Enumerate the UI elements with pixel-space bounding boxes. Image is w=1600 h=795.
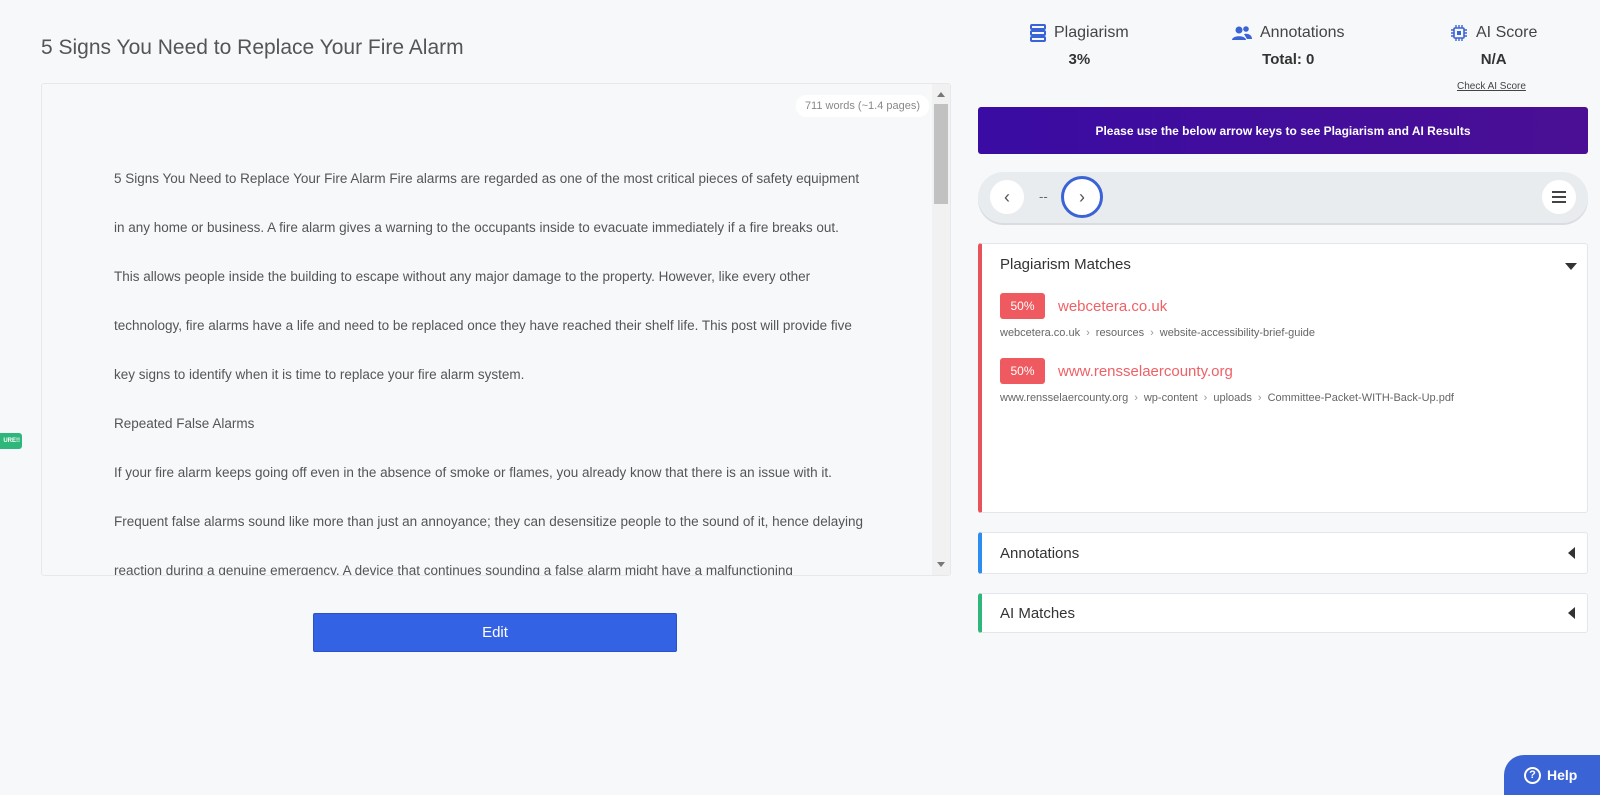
plagiarism-label: Plagiarism bbox=[1054, 24, 1129, 41]
plagiarism-matches-title[interactable]: Plagiarism Matches bbox=[1000, 256, 1131, 273]
caret-left-icon[interactable] bbox=[1568, 607, 1575, 619]
side-feedback-tab[interactable]: URE!! bbox=[0, 433, 22, 449]
plagiarism-value: 3% bbox=[1068, 51, 1091, 68]
annotations-value: Total: 0 bbox=[1262, 51, 1315, 68]
crumb: website-accessibility-brief-guide bbox=[1159, 327, 1316, 339]
scroll-up-arrow-icon[interactable] bbox=[937, 92, 945, 97]
edit-button[interactable]: Edit bbox=[313, 613, 677, 652]
document-body[interactable]: 5 Signs You Need to Replace Your Fire Al… bbox=[114, 154, 864, 576]
results-navigator: ‹ -- › bbox=[978, 172, 1588, 223]
crumb: Committee-Packet-WITH-Back-Up.pdf bbox=[1267, 392, 1454, 404]
database-icon bbox=[1030, 24, 1046, 42]
match-breadcrumb: webcetera.co.uk › resources › website-acce… bbox=[1000, 327, 1316, 339]
scroll-down-arrow-icon[interactable] bbox=[937, 562, 945, 567]
users-icon bbox=[1232, 25, 1252, 41]
chevron-left-icon: ‹ bbox=[1004, 186, 1010, 207]
next-button[interactable]: › bbox=[1061, 176, 1103, 218]
annotations-metric: Annotations Total: 0 bbox=[1232, 24, 1345, 68]
check-ai-score-link[interactable]: Check AI Score bbox=[1457, 81, 1526, 92]
chevron-right-icon: › bbox=[1079, 186, 1085, 207]
match-item: 50% www.rensselaercounty.org www.renssel… bbox=[1000, 358, 1454, 404]
paragraph-heading: Repeated False Alarms bbox=[114, 416, 255, 431]
ai-score-value: N/A bbox=[1480, 51, 1507, 68]
ai-matches-panel[interactable]: AI Matches bbox=[978, 593, 1588, 633]
help-label: Help bbox=[1547, 767, 1578, 783]
caret-down-icon[interactable] bbox=[1565, 263, 1577, 270]
caret-left-icon[interactable] bbox=[1568, 547, 1575, 559]
crumb: uploads bbox=[1213, 392, 1252, 404]
question-icon: ? bbox=[1524, 766, 1541, 784]
menu-button[interactable] bbox=[1542, 180, 1576, 214]
match-site-link[interactable]: www.rensselaercounty.org bbox=[1058, 363, 1233, 380]
paragraph: 5 Signs You Need to Replace Your Fire Al… bbox=[114, 171, 860, 382]
crumb: www.rensselaercounty.org bbox=[1000, 392, 1129, 404]
ai-score-label: AI Score bbox=[1476, 24, 1538, 41]
annotations-panel-title[interactable]: Annotations bbox=[1000, 545, 1079, 562]
help-button[interactable]: ? Help bbox=[1504, 755, 1600, 795]
match-item: 50% webcetera.co.uk webcetera.co.uk › res… bbox=[1000, 293, 1315, 339]
word-count-badge: 711 words (~1.4 pages) bbox=[795, 95, 929, 117]
crumb: wp-content bbox=[1143, 392, 1198, 404]
document-title: 5 Signs You Need to Replace Your Fire Al… bbox=[41, 36, 464, 59]
ai-score-metric: AI Score N/A bbox=[1450, 24, 1537, 68]
plagiarism-metric: Plagiarism 3% bbox=[1030, 24, 1129, 68]
editor-scrollbar[interactable] bbox=[932, 84, 950, 575]
ai-matches-panel-title[interactable]: AI Matches bbox=[1000, 605, 1075, 622]
paragraph: If your fire alarm keeps going off even … bbox=[114, 465, 863, 576]
annotations-panel[interactable]: Annotations bbox=[978, 532, 1588, 574]
match-percent-badge: 50% bbox=[1000, 358, 1045, 384]
hamburger-menu-icon bbox=[1552, 187, 1566, 208]
match-site-link[interactable]: webcetera.co.uk bbox=[1058, 298, 1167, 315]
match-breadcrumb: www.rensselaercounty.org › wp-content › up… bbox=[1000, 392, 1454, 404]
previous-button[interactable]: ‹ bbox=[990, 180, 1024, 214]
crumb: resources bbox=[1095, 327, 1145, 339]
info-banner: Please use the below arrow keys to see P… bbox=[978, 107, 1588, 154]
match-percent-badge: 50% bbox=[1000, 293, 1045, 319]
document-editor[interactable]: 711 words (~1.4 pages) 5 Signs You Need … bbox=[41, 83, 951, 576]
annotations-label: Annotations bbox=[1260, 24, 1345, 41]
plagiarism-matches-panel: Plagiarism Matches 50% webcetera.co.uk w… bbox=[978, 243, 1588, 513]
result-counter: -- bbox=[1039, 189, 1048, 204]
scroll-thumb[interactable] bbox=[934, 104, 948, 204]
crumb: webcetera.co.uk bbox=[1000, 327, 1081, 339]
chip-icon bbox=[1450, 24, 1468, 42]
